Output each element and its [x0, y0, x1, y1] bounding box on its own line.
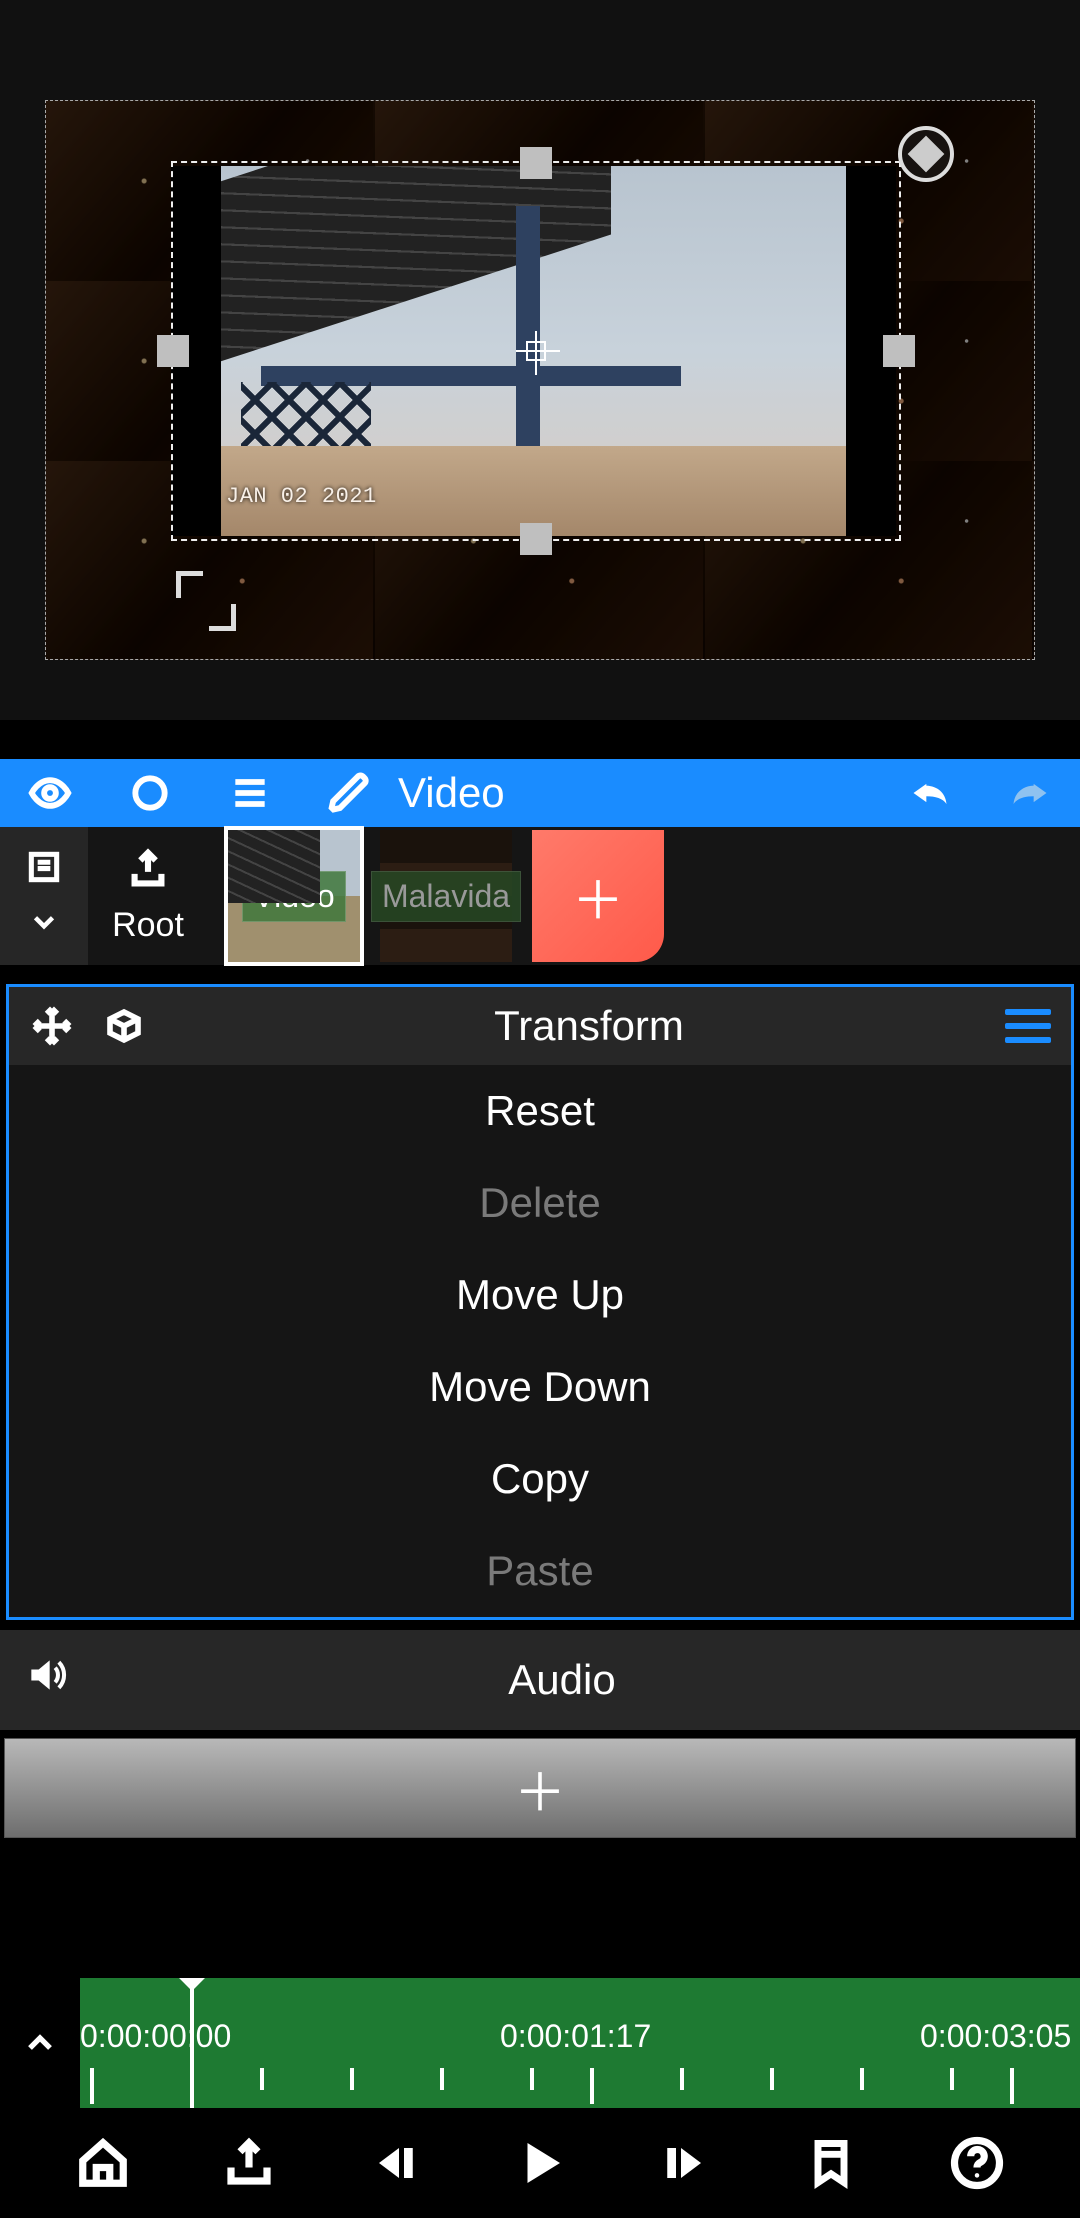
timeline-collapse-icon[interactable] [0, 1978, 80, 2108]
timecode: 0:00:03:05 [920, 2018, 1071, 2055]
menu-item-delete: Delete [9, 1157, 1071, 1249]
menu-item-move-down[interactable]: Move Down [9, 1341, 1071, 1433]
record-icon[interactable] [128, 771, 172, 815]
step-forward-icon[interactable] [655, 2132, 717, 2194]
timeline-track[interactable]: 0:00:00:00 0:00:01:17 0:00:03:05 [80, 1978, 1080, 2108]
collapse-down-icon[interactable] [27, 905, 61, 944]
layer-panel-icon[interactable] [25, 848, 63, 891]
home-icon[interactable] [72, 2132, 134, 2194]
edit-icon[interactable] [328, 771, 372, 815]
layer-thumb-malavida[interactable]: Malavida [380, 830, 512, 962]
handle-bottom[interactable] [520, 523, 552, 555]
toolbar-title: Video [398, 769, 505, 817]
speaker-icon [24, 1653, 68, 1707]
preview-canvas[interactable]: JAN 02 2021 [0, 0, 1080, 720]
plus-icon: ＋ [572, 859, 624, 934]
menu-item-move-up[interactable]: Move Up [9, 1249, 1071, 1341]
redo-icon[interactable] [1008, 771, 1052, 815]
anchor-icon[interactable] [526, 341, 546, 361]
selection-bounds[interactable] [171, 161, 901, 541]
menu-item-reset[interactable]: Reset [9, 1065, 1071, 1157]
timecode: 0:00:00:00 [80, 2018, 231, 2055]
layer-thumb-label: Video [242, 871, 345, 922]
menu-item-copy[interactable]: Copy [9, 1433, 1071, 1525]
move-icon[interactable] [29, 1005, 75, 1047]
crop-reticle-icon[interactable] [176, 571, 236, 631]
undo-icon[interactable] [908, 771, 952, 815]
menu-icon[interactable] [228, 771, 272, 815]
plus-icon: ＋ [514, 1751, 566, 1826]
panel-menu-icon[interactable] [1005, 1009, 1051, 1043]
audio-section[interactable]: Audio [0, 1630, 1080, 1730]
help-icon[interactable] [946, 2132, 1008, 2194]
toolbar: Video [0, 759, 1080, 827]
layer-thumb-video[interactable]: Video [228, 830, 360, 962]
handle-left[interactable] [157, 335, 189, 367]
export-icon [125, 847, 171, 898]
root-label: Root [112, 906, 184, 945]
cube-icon[interactable] [101, 1005, 147, 1047]
export-icon[interactable] [218, 2132, 280, 2194]
bottom-nav [0, 2108, 1080, 2218]
rotate-handle[interactable] [898, 126, 954, 182]
layer-thumb-label: Malavida [371, 871, 521, 922]
panel-title: Transform [173, 1002, 1005, 1050]
timecode: 0:00:01:17 [500, 2018, 651, 2055]
visibility-icon[interactable] [28, 771, 72, 815]
layer-strip: Root Video Malavida ＋ [0, 827, 1080, 965]
preview-frame[interactable]: JAN 02 2021 [45, 100, 1035, 660]
timeline: 0:00:00:00 0:00:01:17 0:00:03:05 [0, 1978, 1080, 2108]
menu-item-paste: Paste [9, 1525, 1071, 1617]
add-layer-button[interactable]: ＋ [532, 830, 664, 962]
transform-panel: Transform Reset Delete Move Up Move Down… [6, 984, 1074, 1620]
add-track-button[interactable]: ＋ [4, 1738, 1076, 1838]
bookmark-icon[interactable] [800, 2132, 862, 2194]
handle-top[interactable] [520, 147, 552, 179]
root-layer[interactable]: Root [88, 827, 208, 965]
play-icon[interactable] [509, 2132, 571, 2194]
audio-title: Audio [68, 1656, 1056, 1704]
step-back-icon[interactable] [363, 2132, 425, 2194]
handle-right[interactable] [883, 335, 915, 367]
